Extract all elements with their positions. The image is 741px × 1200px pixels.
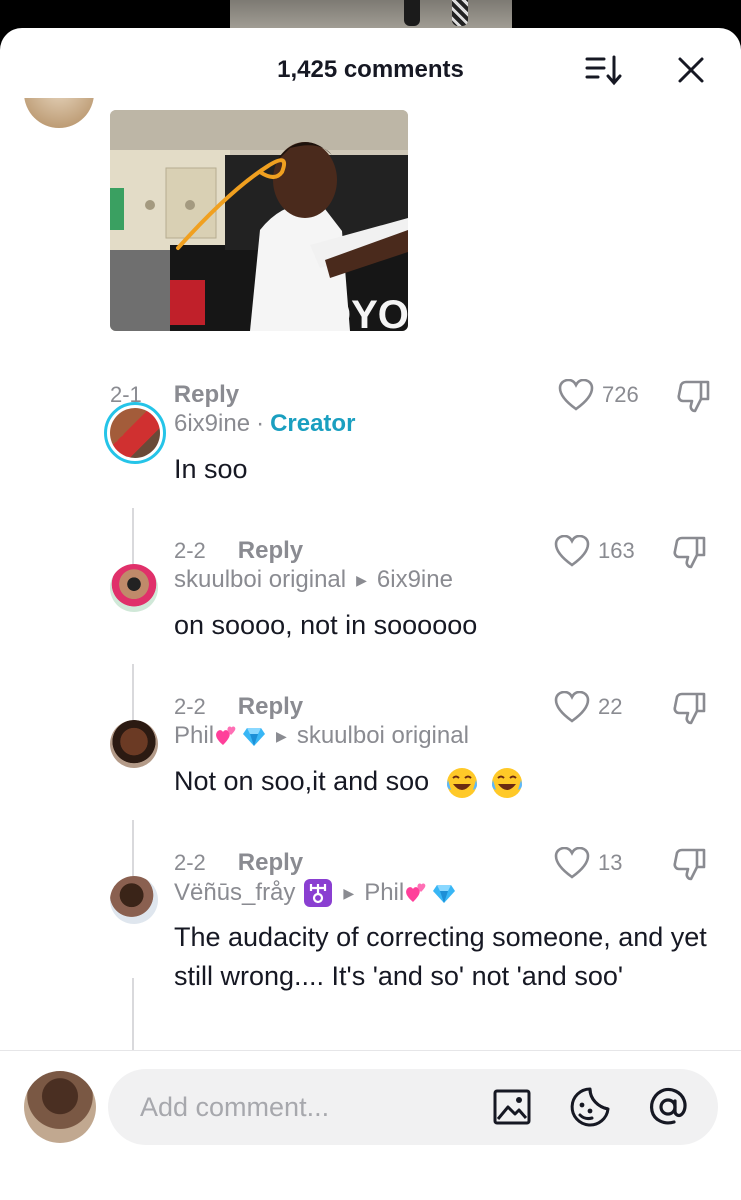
avatar[interactable] bbox=[110, 564, 158, 612]
comment-text: on soooo, not in soooooo bbox=[174, 610, 478, 640]
dislike-button[interactable] bbox=[672, 846, 708, 882]
gem-icon bbox=[243, 728, 266, 746]
like-button[interactable]: 163 bbox=[554, 534, 635, 568]
comment-input-container[interactable] bbox=[108, 1069, 718, 1145]
like-count: 13 bbox=[598, 850, 623, 875]
comment-author: Vëñūs_fråy ▶ Phil bbox=[174, 878, 456, 908]
thumbs-down-icon bbox=[673, 692, 706, 725]
comment-date: 2-2 bbox=[174, 694, 206, 719]
video-figure-leg bbox=[404, 0, 420, 26]
close-icon bbox=[678, 57, 704, 83]
heart-icon bbox=[558, 379, 594, 411]
username[interactable]: Vëñūs_fråy bbox=[174, 879, 295, 907]
like-button[interactable]: 22 bbox=[554, 690, 622, 724]
dislike-button[interactable] bbox=[672, 534, 708, 570]
comment-author: Phil ▶ skuulboi original bbox=[174, 722, 469, 750]
reply-button[interactable]: Reply bbox=[238, 849, 303, 877]
comment-text: Not on soo,it and soo bbox=[174, 762, 524, 801]
comments-list[interactable]: OYO 2-1 Reply 726 6ix9ine · Creator In s… bbox=[0, 98, 741, 1052]
dislike-button[interactable] bbox=[672, 690, 708, 726]
laughing-emoji-icon bbox=[446, 767, 477, 798]
emoji-icon bbox=[570, 1087, 610, 1127]
uranus-symbol-icon bbox=[304, 879, 333, 907]
like-count: 22 bbox=[598, 694, 623, 719]
thumbs-down-icon bbox=[673, 848, 706, 881]
thumbs-down-icon bbox=[677, 380, 710, 413]
comment-date: 2-2 bbox=[174, 850, 206, 875]
comment-input-bar bbox=[0, 1050, 741, 1200]
like-count: 163 bbox=[598, 538, 635, 563]
reply-to-username[interactable]: 6ix9ine bbox=[377, 566, 453, 594]
current-user-avatar[interactable] bbox=[24, 1071, 96, 1143]
comment-author: 6ix9ine · Creator bbox=[174, 410, 356, 438]
reply-to-username[interactable]: Phil bbox=[364, 879, 404, 907]
thumbs-down-icon bbox=[673, 536, 706, 569]
close-button[interactable] bbox=[673, 52, 709, 88]
thread-line bbox=[132, 508, 134, 568]
thread-line bbox=[132, 978, 134, 1052]
image-icon bbox=[493, 1089, 531, 1125]
comments-sheet: 1,425 comments OYO 2-1 Reply 726 6ix9ine… bbox=[0, 28, 741, 1200]
comment-text: The audacity of correcting someone, and … bbox=[174, 922, 707, 991]
comment-author: skuulboi original ▶ 6ix9ine bbox=[174, 566, 453, 594]
thread-line bbox=[132, 664, 134, 724]
comment-meta: 2-2 Reply bbox=[174, 690, 303, 724]
heart-icon bbox=[554, 691, 590, 723]
avatar[interactable] bbox=[110, 720, 158, 768]
reply-arrow-icon: ▶ bbox=[276, 727, 287, 744]
username[interactable]: skuulboi original bbox=[174, 566, 346, 594]
add-comment-input[interactable] bbox=[140, 1087, 480, 1127]
username[interactable]: 6ix9ine bbox=[174, 410, 250, 438]
comments-count-title: 1,425 comments bbox=[277, 56, 464, 83]
reply-button[interactable]: Reply bbox=[238, 693, 303, 721]
avatar[interactable] bbox=[104, 402, 166, 464]
creator-badge: Creator bbox=[270, 410, 356, 437]
reply-arrow-icon: ▶ bbox=[356, 571, 367, 588]
like-button[interactable]: 13 bbox=[554, 846, 622, 880]
video-figure-leg bbox=[452, 0, 468, 26]
reply-arrow-icon: ▶ bbox=[343, 884, 355, 901]
comment-date: 2-2 bbox=[174, 538, 206, 563]
comment-gif-image[interactable]: OYO bbox=[110, 110, 408, 331]
heart-icon bbox=[554, 847, 590, 879]
comment-meta: 2-2 Reply bbox=[174, 846, 303, 880]
at-icon bbox=[649, 1087, 687, 1125]
avatar[interactable] bbox=[110, 876, 158, 924]
emoji-button[interactable] bbox=[568, 1085, 612, 1129]
avatar[interactable] bbox=[24, 98, 94, 128]
image-button[interactable] bbox=[490, 1085, 534, 1129]
heart-icon bbox=[554, 535, 590, 567]
reply-button[interactable]: Reply bbox=[238, 537, 303, 565]
gem-icon bbox=[433, 885, 456, 903]
username[interactable]: Phil bbox=[174, 722, 214, 750]
gif-overlay-text: OYO bbox=[320, 293, 408, 331]
two-hearts-icon bbox=[216, 726, 236, 745]
comment-meta: 2-2 Reply bbox=[174, 534, 303, 568]
two-hearts-icon bbox=[406, 883, 426, 902]
comments-header: 1,425 comments bbox=[0, 28, 741, 104]
comment-text: In soo bbox=[174, 454, 248, 484]
mention-button[interactable] bbox=[646, 1085, 690, 1129]
sort-button[interactable] bbox=[584, 52, 624, 88]
video-background bbox=[230, 0, 512, 30]
like-count: 726 bbox=[602, 382, 639, 407]
like-button[interactable]: 726 bbox=[558, 378, 639, 412]
reply-button[interactable]: Reply bbox=[174, 381, 239, 409]
dislike-button[interactable] bbox=[676, 378, 712, 414]
laughing-emoji-icon bbox=[492, 767, 523, 798]
reply-to-username[interactable]: skuulboi original bbox=[297, 722, 469, 750]
thread-line bbox=[132, 820, 134, 880]
sort-icon bbox=[585, 55, 622, 86]
